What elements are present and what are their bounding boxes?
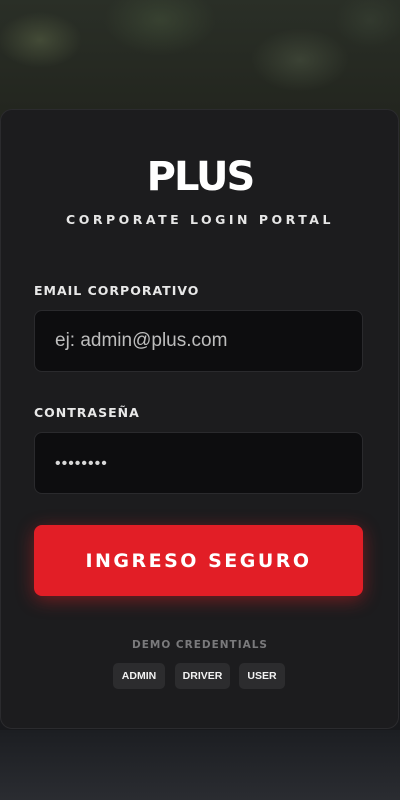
brand-logo: PLUS xyxy=(146,154,256,200)
demo-driver-button[interactable]: DRIVER xyxy=(175,663,230,689)
password-field[interactable] xyxy=(34,432,363,494)
demo-credentials-title: DEMO CREDENTIALS xyxy=(131,639,268,651)
secure-login-button[interactable]: INGRESO SEGURO xyxy=(34,525,363,596)
email-label: EMAIL CORPORATIVO xyxy=(34,283,200,298)
portal-subtitle: CORPORATE LOGIN PORTAL xyxy=(66,212,334,227)
password-label: CONTRASEÑA xyxy=(34,405,140,420)
email-field[interactable] xyxy=(34,310,363,372)
background-footer xyxy=(0,730,400,800)
demo-user-button[interactable]: USER xyxy=(239,663,285,689)
demo-admin-button[interactable]: ADMIN xyxy=(113,663,165,689)
